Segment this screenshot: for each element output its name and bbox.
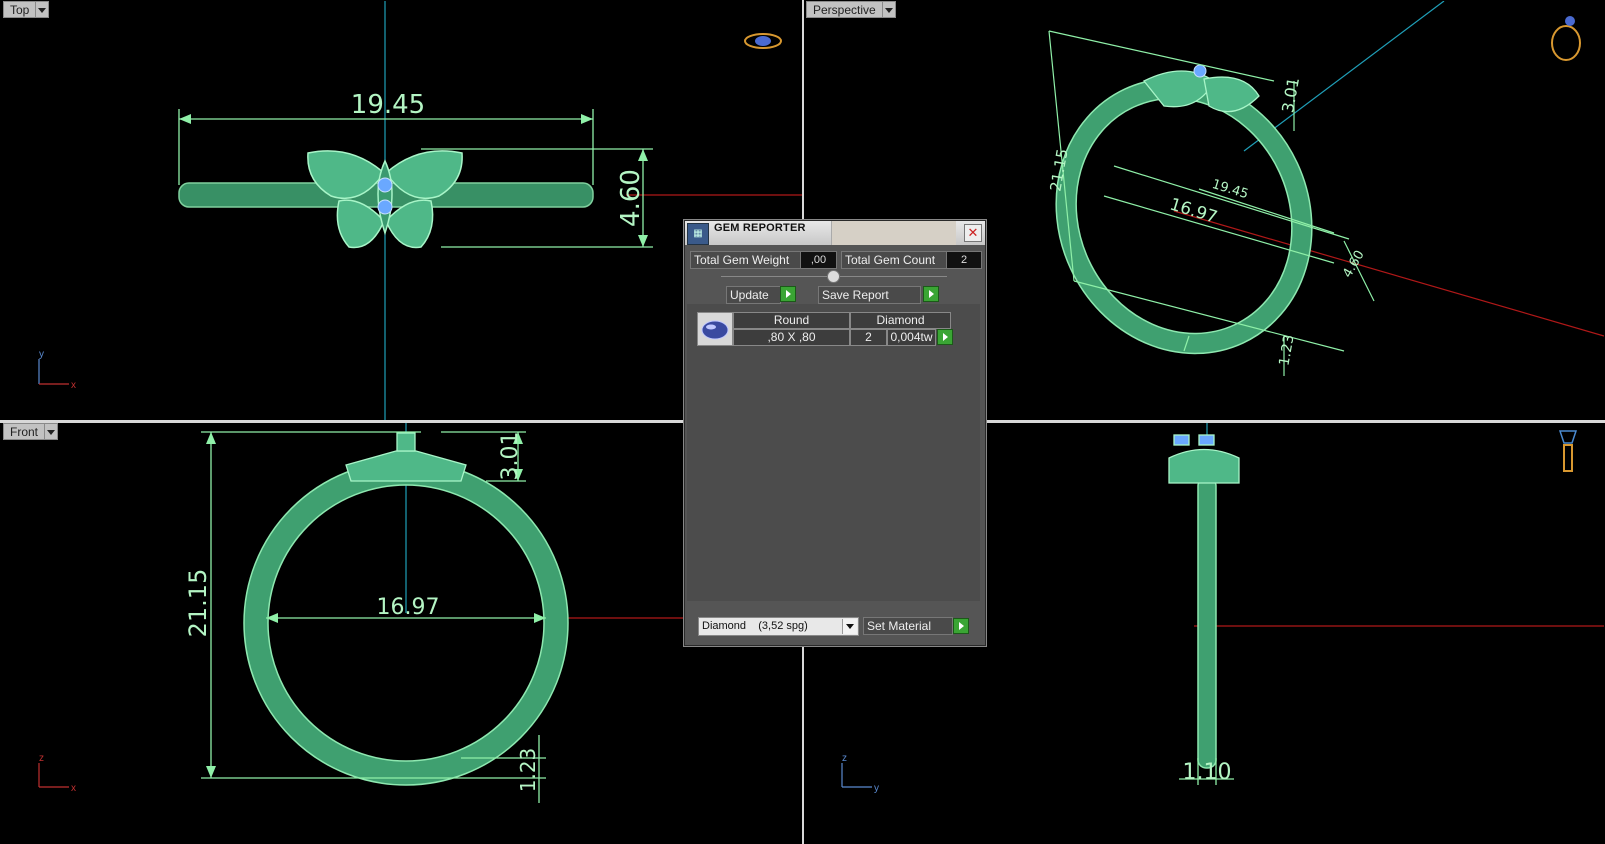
viewport-top-menu[interactable]: Top [3, 1, 50, 18]
material-select-value: Diamond (3,52 spg) [702, 620, 808, 632]
ring-side-band [1197, 477, 1217, 769]
svg-text:x: x [71, 380, 76, 391]
total-gem-count-value: 2 [946, 251, 982, 269]
chevron-down-icon[interactable] [35, 1, 50, 18]
save-report-button[interactable]: Save Report [818, 286, 921, 304]
set-material-label: Set Material [867, 619, 932, 633]
save-report-go-icon[interactable] [923, 286, 939, 302]
svg-text:z: z [39, 753, 44, 764]
viewport-front[interactable]: 21.15 16.97 3.01 1.23 z x Front [1, 423, 802, 843]
setting-head [1168, 434, 1240, 484]
gem-reporter-icon: ▦ [687, 223, 709, 245]
ring-thumbnail-icon [1551, 16, 1581, 61]
gem-count-cell: 2 [850, 329, 887, 346]
material-select[interactable]: Diamond (3,52 spg) [698, 617, 859, 636]
viewport-perspective-menu[interactable]: Perspective [806, 1, 896, 18]
front-inner-dim: 16.97 [377, 595, 440, 620]
viewport-label[interactable]: Top [3, 1, 36, 18]
viewport-label[interactable]: Front [3, 423, 45, 440]
total-gem-count-label: Total Gem Count [841, 251, 947, 269]
gem-weight-cell: 0,004tw [887, 329, 936, 346]
gem-reporter-titlebar[interactable]: ▦ GEM REPORTER ✕ [685, 221, 985, 245]
svg-text:z: z [842, 753, 847, 764]
round-gem-thumbnail[interactable] [697, 312, 733, 346]
axis-gizmo-icon: y x [38, 349, 76, 391]
viewport-top[interactable]: 19.45 4.60 y x Top [1, 1, 802, 420]
svg-text:y: y [39, 349, 44, 360]
gem-stone [1193, 64, 1207, 78]
front-band-dim: 1.23 [516, 748, 540, 793]
close-button[interactable]: ✕ [964, 224, 982, 242]
total-gem-weight-value: ,00 [800, 251, 837, 269]
save-report-label: Save Report [822, 288, 889, 302]
front-outer-dim: 21.15 [184, 569, 212, 638]
front-top-dim: 3.01 [498, 432, 523, 481]
viewport-label[interactable]: Perspective [806, 1, 882, 18]
viewport-front-menu[interactable]: Front [3, 423, 59, 440]
set-material-button[interactable]: Set Material [863, 617, 953, 635]
set-material-go-icon[interactable] [953, 618, 969, 634]
top-view-canvas: 19.45 4.60 y x [38, 1, 802, 420]
axis-gizmo-icon: z x [38, 753, 76, 794]
ring-thumbnail-icon [744, 33, 782, 49]
svg-text:x: x [71, 783, 76, 794]
top-height-dim: 4.60 [616, 169, 646, 227]
front-view-canvas: 21.15 16.97 3.01 1.23 z x [38, 423, 802, 803]
gem-stone [377, 199, 393, 215]
update-go-icon[interactable] [780, 286, 796, 302]
gem-list[interactable]: Round Diamond ,80 X ,80 2 0,004tw [687, 304, 980, 601]
update-button[interactable]: Update [726, 286, 781, 304]
column-header-shape: Round [733, 312, 850, 329]
svg-text:y: y [874, 783, 879, 794]
gem-size-cell: ,80 X ,80 [733, 329, 850, 346]
persp-height-dim: 4.60 [1340, 248, 1367, 281]
persp-inner-dim: 16.97 [1167, 195, 1219, 228]
gem-reporter-panel[interactable]: ▦ GEM REPORTER ✕ Total Gem Weight ,00 To… [684, 220, 986, 646]
top-width-dim: 19.45 [351, 90, 425, 120]
chevron-down-icon[interactable] [881, 1, 896, 18]
axis-gizmo-icon: z y [841, 753, 879, 794]
update-label: Update [730, 288, 769, 302]
column-header-material: Diamond [850, 312, 951, 329]
chevron-down-icon[interactable] [44, 423, 59, 440]
total-gem-weight-label: Total Gem Weight [690, 251, 801, 269]
ring-thumbnail-icon [1558, 430, 1578, 472]
collapse-toggle-icon[interactable] [827, 270, 840, 283]
setting-head [345, 432, 467, 482]
titlebar-tab-area [831, 221, 956, 245]
persp-top-dim: 3.01 [1278, 76, 1303, 114]
chevron-down-icon[interactable] [842, 619, 857, 634]
gem-reporter-title: GEM REPORTER [714, 222, 806, 234]
persp-band-dim: 1.23 [1276, 334, 1297, 367]
right-thickness-dim: 1.10 [1183, 760, 1232, 785]
gem-row-go-icon[interactable] [937, 329, 953, 345]
x-axis-line [1173, 210, 1604, 337]
gem-stone [377, 177, 393, 193]
